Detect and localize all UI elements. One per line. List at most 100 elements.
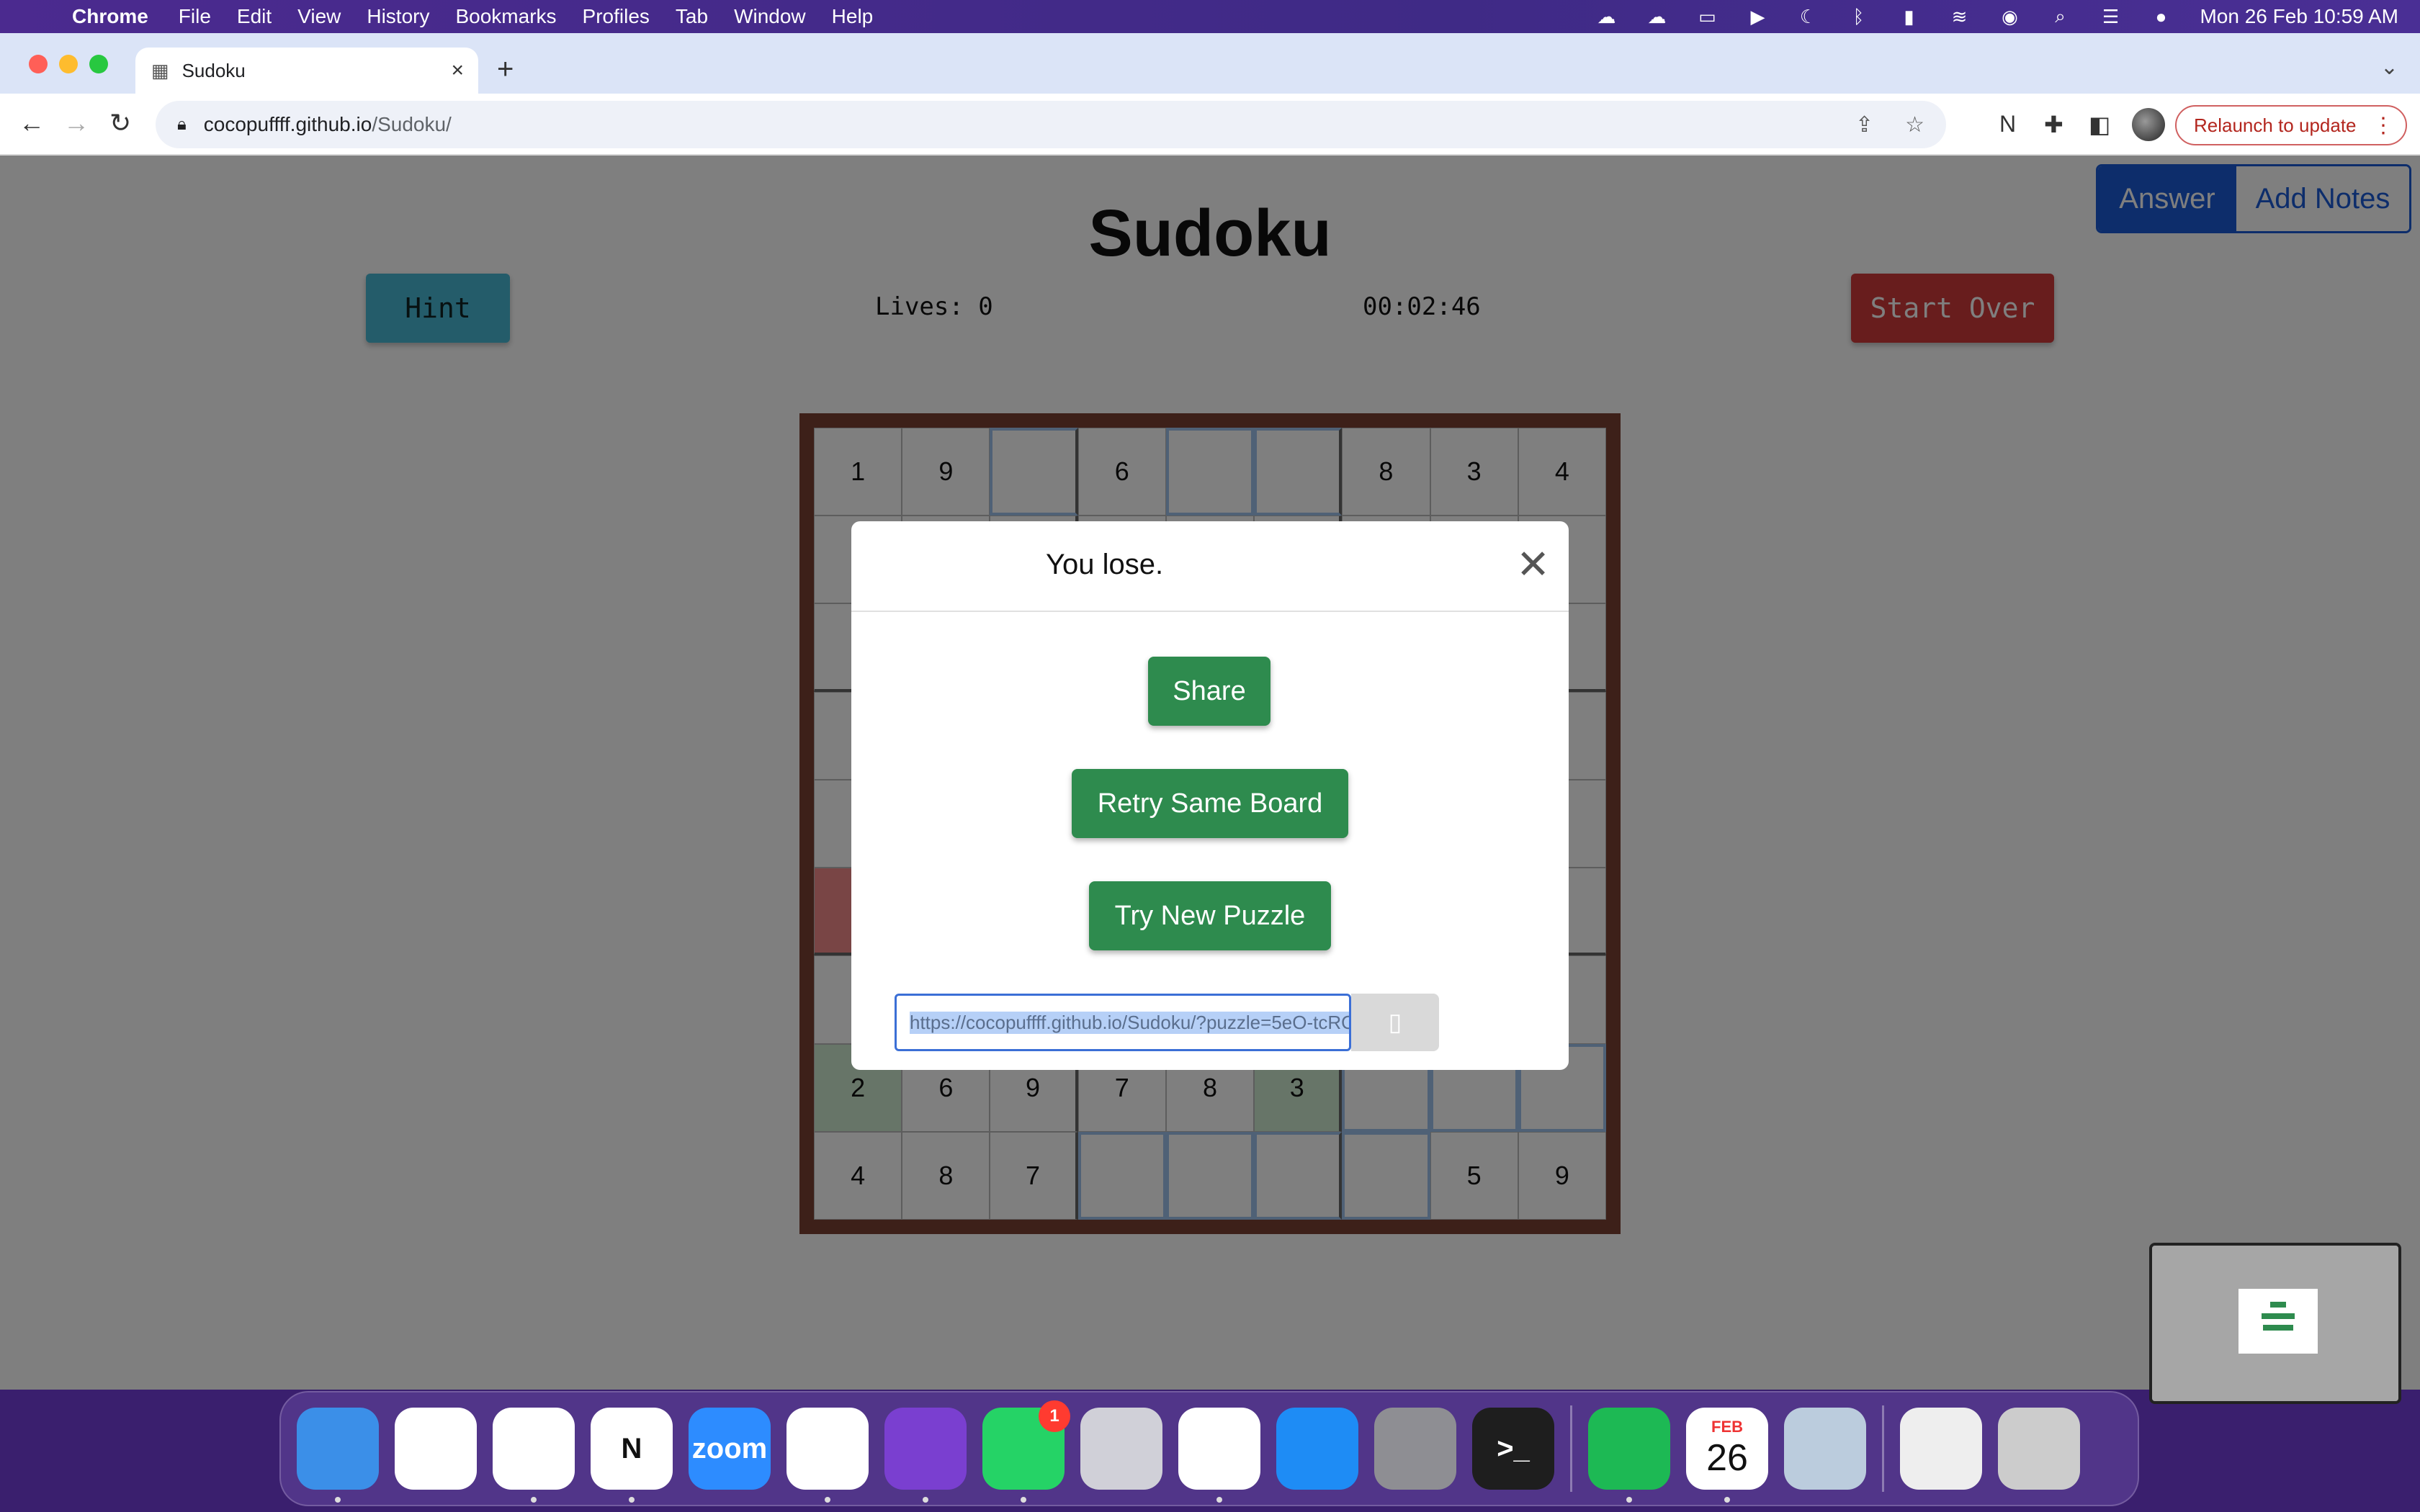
dock-chrome-icon[interactable] xyxy=(1178,1408,1260,1503)
url-host: cocopuffff.github.io xyxy=(203,113,372,135)
menubar-datetime[interactable]: Mon 26 Feb 10:59 AM xyxy=(2200,5,2398,28)
notion-extension-icon[interactable]: N xyxy=(1999,111,2016,138)
dock-finder-icon[interactable] xyxy=(297,1408,379,1503)
bluetooth-icon[interactable]: ᛒ xyxy=(1847,6,1870,27)
dock-preview-icon[interactable] xyxy=(1784,1408,1866,1490)
dock-calendar-icon[interactable]: FEB 26 xyxy=(1686,1408,1768,1503)
bookmark-star-icon[interactable]: ☆ xyxy=(1905,112,1924,138)
siri-icon[interactable]: ● xyxy=(2149,6,2172,27)
maximize-window-button[interactable] xyxy=(89,55,108,73)
control-center-icon[interactable]: ☰ xyxy=(2099,6,2122,27)
share-page-icon[interactable]: ⇪ xyxy=(1855,112,1873,138)
calendar-month: FEB xyxy=(1711,1418,1743,1436)
dock-documents-icon[interactable] xyxy=(1900,1408,1982,1490)
dock-app-label: >_ xyxy=(1497,1432,1530,1464)
tab-sudoku[interactable]: ▦ Sudoku × xyxy=(135,48,478,94)
dock-separator xyxy=(1882,1405,1884,1492)
dock-launchpad-icon[interactable] xyxy=(1080,1408,1162,1490)
clipboard-icon: ▯ xyxy=(1388,1009,1402,1036)
user-icon[interactable]: ◉ xyxy=(1998,6,2021,27)
dock-vscode-icon[interactable] xyxy=(786,1408,869,1503)
menu-app-name[interactable]: Chrome xyxy=(72,5,148,28)
running-indicator xyxy=(1216,1497,1222,1503)
dock-spotify-icon[interactable] xyxy=(1588,1408,1670,1503)
minimize-window-button[interactable] xyxy=(59,55,78,73)
thumbnail-bar xyxy=(2263,1325,2293,1331)
menu-bar: Chrome File Edit View History Bookmarks … xyxy=(0,0,2420,33)
menu-file[interactable]: File xyxy=(179,5,211,28)
search-icon[interactable]: ⌕ xyxy=(2048,5,2071,27)
thumbnail-modal xyxy=(2238,1289,2318,1354)
close-window-button[interactable] xyxy=(29,55,48,73)
dock-notion-icon[interactable]: N xyxy=(591,1408,673,1503)
creative-cloud-icon[interactable]: ☁ xyxy=(1595,6,1618,27)
new-tab-button[interactable]: + xyxy=(497,53,514,86)
profile-avatar[interactable] xyxy=(2132,108,2165,141)
tab-bar: ▦ Sudoku × + ⌄ xyxy=(0,33,2420,94)
browser-window: ▦ Sudoku × + ⌄ ← → ↻ 🔒︎ cocopuffff.githu… xyxy=(0,33,2420,1404)
wifi-icon[interactable]: ≋ xyxy=(1948,6,1971,27)
modal-title: You lose. xyxy=(1046,549,1164,580)
dock-whatsapp-icon[interactable]: 1 xyxy=(982,1400,1070,1503)
try-new-puzzle-button[interactable]: Try New Puzzle xyxy=(1089,881,1331,950)
dock: Nzoom 1 >_ FEB 26 xyxy=(279,1391,2139,1506)
sudoku-page: Sudoku Answer Add Notes Hint Lives: 0 00… xyxy=(0,156,2420,1390)
dock-trash-icon[interactable] xyxy=(1998,1408,2080,1490)
dock-zoom-icon[interactable]: zoom xyxy=(689,1408,771,1490)
running-indicator xyxy=(923,1497,928,1503)
extensions-puzzle-icon[interactable]: ✚ xyxy=(2044,111,2063,138)
dock-github-desktop-icon[interactable] xyxy=(884,1408,967,1503)
result-modal: You lose. ✕ Share Retry Same Board Try N… xyxy=(851,521,1569,1070)
menu-profiles[interactable]: Profiles xyxy=(583,5,650,28)
notification-badge: 1 xyxy=(1039,1400,1070,1432)
menu-tab[interactable]: Tab xyxy=(676,5,708,28)
menu-window[interactable]: Window xyxy=(734,5,806,28)
retry-same-board-button[interactable]: Retry Same Board xyxy=(1072,769,1348,838)
display-icon[interactable]: ▭ xyxy=(1695,6,1718,27)
running-indicator xyxy=(1724,1497,1730,1503)
moon-icon[interactable]: ☾ xyxy=(1796,6,1819,27)
dock-app-label: N xyxy=(621,1432,642,1464)
chevron-down-icon[interactable]: ⌄ xyxy=(2380,55,2398,80)
menu-edit[interactable]: Edit xyxy=(237,5,272,28)
dock-terminal-icon[interactable]: >_ xyxy=(1472,1408,1554,1490)
side-panel-icon[interactable]: ◧ xyxy=(2089,111,2110,138)
menu-bookmarks[interactable]: Bookmarks xyxy=(455,5,556,28)
share-button[interactable]: Share xyxy=(1148,657,1270,726)
screenshot-thumbnail[interactable] xyxy=(2149,1243,2401,1404)
battery-icon[interactable]: ▮ xyxy=(1897,6,1920,27)
sudoku-favicon-icon: ▦ xyxy=(151,59,169,81)
tab-title: Sudoku xyxy=(182,59,246,81)
modal-header: You lose. ✕ xyxy=(851,521,1569,612)
more-menu-icon[interactable]: ⋮ xyxy=(2372,113,2394,138)
running-indicator xyxy=(1021,1497,1026,1503)
relaunch-label: Relaunch to update xyxy=(2194,114,2357,136)
reload-icon[interactable]: ↻ xyxy=(109,108,131,138)
lock-icon[interactable]: 🔒︎ xyxy=(177,114,187,135)
back-arrow-icon[interactable]: ← xyxy=(19,108,45,138)
close-tab-icon[interactable]: × xyxy=(451,58,464,83)
address-bar[interactable]: 🔒︎ cocopuffff.github.io/Sudoku/ ⇪ ☆ xyxy=(156,101,1946,148)
running-indicator xyxy=(335,1497,341,1503)
share-url-field[interactable]: https://cocopuffff.github.io/Sudoku/?puz… xyxy=(895,994,1351,1051)
thumbnail-bar xyxy=(2270,1302,2286,1308)
menu-help[interactable]: Help xyxy=(832,5,874,28)
dock-app-label: 26 xyxy=(1706,1437,1748,1479)
thumbnail-bar xyxy=(2262,1313,2295,1319)
menu-view[interactable]: View xyxy=(297,5,341,28)
dock-separator xyxy=(1570,1405,1572,1492)
dock-app-store-icon[interactable] xyxy=(1276,1408,1358,1490)
icloud-icon[interactable]: ☁ xyxy=(1645,6,1668,27)
running-indicator xyxy=(531,1497,537,1503)
menu-history[interactable]: History xyxy=(367,5,429,28)
clipboard-copy-button[interactable]: ▯ xyxy=(1351,994,1439,1051)
play-icon[interactable]: ▶ xyxy=(1746,6,1769,27)
share-url-text: https://cocopuffff.github.io/Sudoku/?puz… xyxy=(910,1011,1349,1034)
running-indicator xyxy=(1626,1497,1632,1503)
dock-system-settings-icon[interactable] xyxy=(1374,1408,1456,1490)
forward-arrow-icon[interactable]: → xyxy=(63,108,89,138)
dock-onedrive-icon[interactable] xyxy=(395,1408,477,1490)
dock-slack-icon[interactable] xyxy=(493,1408,575,1503)
close-icon[interactable]: ✕ xyxy=(1516,544,1550,585)
relaunch-button[interactable]: Relaunch to update ⋮ xyxy=(2175,105,2407,145)
